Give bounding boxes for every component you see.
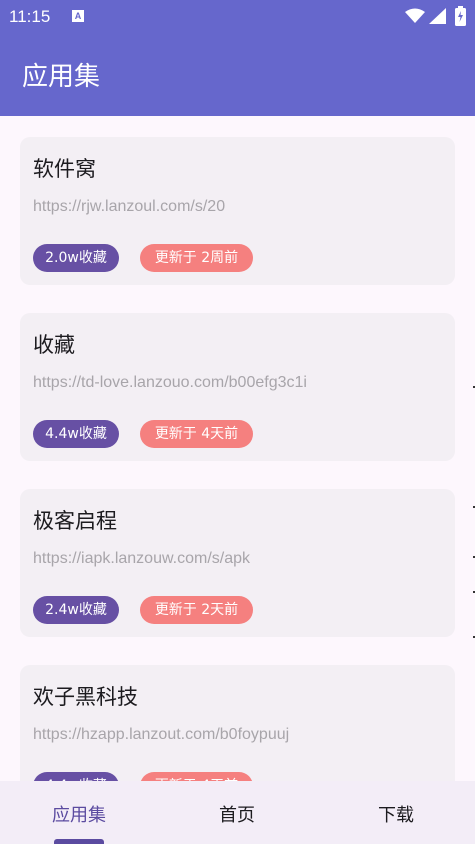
signal-icon [429, 8, 446, 24]
card-title: 收藏 [33, 333, 75, 357]
updated-badge: 更新于 2天前 [140, 596, 253, 624]
card-url: https://hzapp.lanzout.com/b0foypuuj [33, 726, 290, 743]
nav-tab-downloads[interactable]: 下载 [378, 801, 414, 827]
updated-badge: 更新于 2周前 [140, 244, 253, 272]
app-bar: 11:15 A 应用集 [0, 0, 475, 116]
collection-card[interactable]: 收藏 https://td-love.lanzouo.com/b00efg3c1… [20, 313, 455, 461]
nav-tab-home[interactable]: 首页 [219, 801, 255, 827]
card-title: 极客启程 [33, 509, 117, 533]
card-title: 软件窝 [33, 157, 96, 181]
updated-badge: 更新于 4天前 [140, 772, 253, 781]
wifi-icon [405, 8, 425, 23]
favorites-badge: 4.4w收藏 [33, 420, 119, 448]
status-bar: 11:15 A [0, 0, 475, 34]
card-url: https://rjw.lanzoul.com/s/20 [33, 198, 226, 215]
battery-icon [455, 6, 466, 26]
notification-icon: A [72, 10, 84, 22]
updated-badge: 更新于 4天前 [140, 420, 253, 448]
collection-card[interactable]: 极客启程 https://iapk.lanzouw.com/s/apk 2.4w… [20, 489, 455, 637]
active-tab-indicator [54, 839, 104, 844]
favorites-badge: 2.4w收藏 [33, 596, 119, 624]
collection-list[interactable]: 软件窝 https://rjw.lanzoul.com/s/20 2.0w收藏 … [0, 116, 475, 781]
collection-card[interactable]: 软件窝 https://rjw.lanzoul.com/s/20 2.0w收藏 … [20, 137, 455, 285]
page-title: 应用集 [22, 62, 101, 92]
collection-card[interactable]: 欢子黑科技 https://hzapp.lanzout.com/b0foypuu… [20, 665, 455, 781]
bottom-navigation: 应用集 首页 下载 [0, 781, 475, 844]
favorites-badge: 2.0w收藏 [33, 244, 119, 272]
card-title: 欢子黑科技 [33, 685, 138, 709]
card-url: https://td-love.lanzouo.com/b00efg3c1i [33, 374, 307, 391]
favorites-badge: 4.4w收藏 [33, 772, 119, 781]
card-url: https://iapk.lanzouw.com/s/apk [33, 550, 250, 567]
nav-tab-collections[interactable]: 应用集 [52, 801, 106, 827]
status-time: 11:15 [9, 7, 51, 26]
